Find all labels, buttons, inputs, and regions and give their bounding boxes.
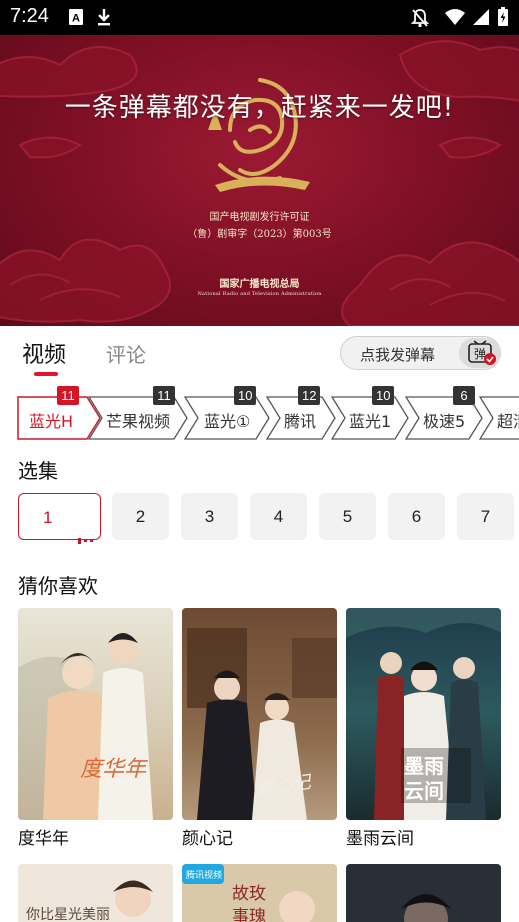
source-chip-0[interactable]: 蓝光H 11 <box>17 386 101 440</box>
playing-icon <box>78 515 96 562</box>
poster-card[interactable]: 腾讯视频 故玫 事瑰 <box>182 864 337 922</box>
episode-item[interactable]: 3 <box>181 493 238 540</box>
source-label: 芒果视频 <box>106 412 171 431</box>
poster-card[interactable]: 颜心记 <box>182 608 337 820</box>
poster-image: 墨雨 云间 <box>346 608 501 820</box>
notifications-off-icon <box>410 8 430 32</box>
poster-title: 故玫 <box>232 884 266 904</box>
poster-name: 颜心记 <box>182 829 233 849</box>
send-danmaku-label: 点我发弹幕 <box>360 346 436 364</box>
source-label: 蓝光H <box>29 412 74 431</box>
source-label: 腾讯 <box>284 412 317 431</box>
source-chip-2[interactable]: 蓝光① 10 <box>184 386 270 440</box>
recommend-title: 猜你喜欢 <box>18 574 98 598</box>
source-label: 蓝光① <box>204 412 251 431</box>
poster-card[interactable]: 度华年 <box>18 608 173 820</box>
authority-name: 国家广播电视总局 <box>219 279 300 290</box>
poster-title: 事瑰 <box>232 907 266 922</box>
poster-card[interactable] <box>346 864 501 922</box>
poster-name: 墨雨云间 <box>346 829 414 849</box>
video-player[interactable]: 一条弹幕都没有，赶紧来一发吧! 国产电视剧发行许可证 （鲁）剧审字（2023）第… <box>0 35 519 326</box>
source-badge: 10 <box>234 386 257 405</box>
episode-item[interactable]: 4 <box>250 493 307 540</box>
tab-video[interactable]: 视频 <box>22 337 66 369</box>
source-label: 蓝光1 <box>349 412 392 431</box>
poster-title: 云间 <box>404 779 444 803</box>
signal-icon <box>472 8 490 30</box>
source-badge: 11 <box>57 386 79 405</box>
poster-title: 度华年 <box>80 757 148 782</box>
license-line-1: 国产电视剧发行许可证 <box>209 212 310 223</box>
source-chip-5[interactable]: 极速5 6 <box>405 386 483 440</box>
poster-image: 度华年 <box>18 608 173 820</box>
tab-active-indicator <box>34 372 58 376</box>
download-icon <box>96 8 112 30</box>
authority-name-en: National Radio and Television Administra… <box>197 291 322 297</box>
episodes-title: 选集 <box>18 459 58 483</box>
license-line-2: （鲁）剧审字（2023）第003号 <box>187 229 332 240</box>
tencent-video-badge: 腾讯视频 <box>186 869 222 881</box>
source-chip-3[interactable]: 腾讯 12 <box>266 386 336 440</box>
episode-item[interactable]: 5 <box>319 493 376 540</box>
source-badge: 10 <box>372 386 395 405</box>
status-bar: 7:24 A <box>0 0 519 35</box>
source-chip-4[interactable]: 蓝光1 10 <box>331 386 409 440</box>
source-badge: 6 <box>453 386 475 405</box>
source-badge: 12 <box>298 386 321 405</box>
tab-comment[interactable]: 评论 <box>106 339 146 368</box>
app-root: 7:24 A 一条弹幕都没有，赶紧来一发吧! 国产电视剧发行许可证 （鲁）剧审字… <box>0 0 519 922</box>
episode-item[interactable]: 7 <box>457 493 514 540</box>
poster-image <box>346 864 501 922</box>
source-chip-1[interactable]: 芒果视频 11 <box>88 386 188 440</box>
a-notification-icon: A <box>68 8 84 30</box>
poster-card[interactable]: 墨雨 云间 <box>346 608 501 820</box>
episode-item[interactable]: 2 <box>112 493 169 540</box>
episode-item[interactable]: 6 <box>388 493 445 540</box>
send-danmaku-button[interactable]: 点我发弹幕 弹 <box>340 336 501 370</box>
wifi-icon <box>444 8 466 30</box>
source-label: 超清 <box>497 412 519 431</box>
status-time: 7:24 <box>10 5 49 27</box>
battery-icon <box>497 7 509 31</box>
source-chip-6[interactable]: 超清 <box>479 396 519 440</box>
poster-image: 颜心记 <box>182 608 337 820</box>
poster-image: 腾讯视频 故玫 事瑰 <box>182 864 337 922</box>
source-badge: 11 <box>153 386 175 405</box>
poster-image: 你比星光美丽 <box>18 864 173 922</box>
episode-label: 1 <box>43 508 53 527</box>
poster-title: 墨雨 <box>404 754 444 778</box>
danmaku-icon-char: 弹 <box>474 347 487 361</box>
source-label: 极速5 <box>423 412 466 431</box>
source-list: 蓝光H 11 芒果视频 11 蓝光① 10 腾讯 12 蓝光1 10 极速5 6 <box>0 384 519 444</box>
danmaku-placeholder: 一条弹幕都没有，赶紧来一发吧! <box>64 93 455 123</box>
poster-card[interactable]: 你比星光美丽 <box>18 864 173 922</box>
danmaku-toggle-icon[interactable]: 弹 <box>459 338 501 368</box>
episode-item-active[interactable]: 1 <box>18 493 101 544</box>
svg-text:A: A <box>72 13 80 25</box>
poster-name: 度华年 <box>18 829 69 849</box>
poster-title: 你比星光美丽 <box>26 907 110 922</box>
